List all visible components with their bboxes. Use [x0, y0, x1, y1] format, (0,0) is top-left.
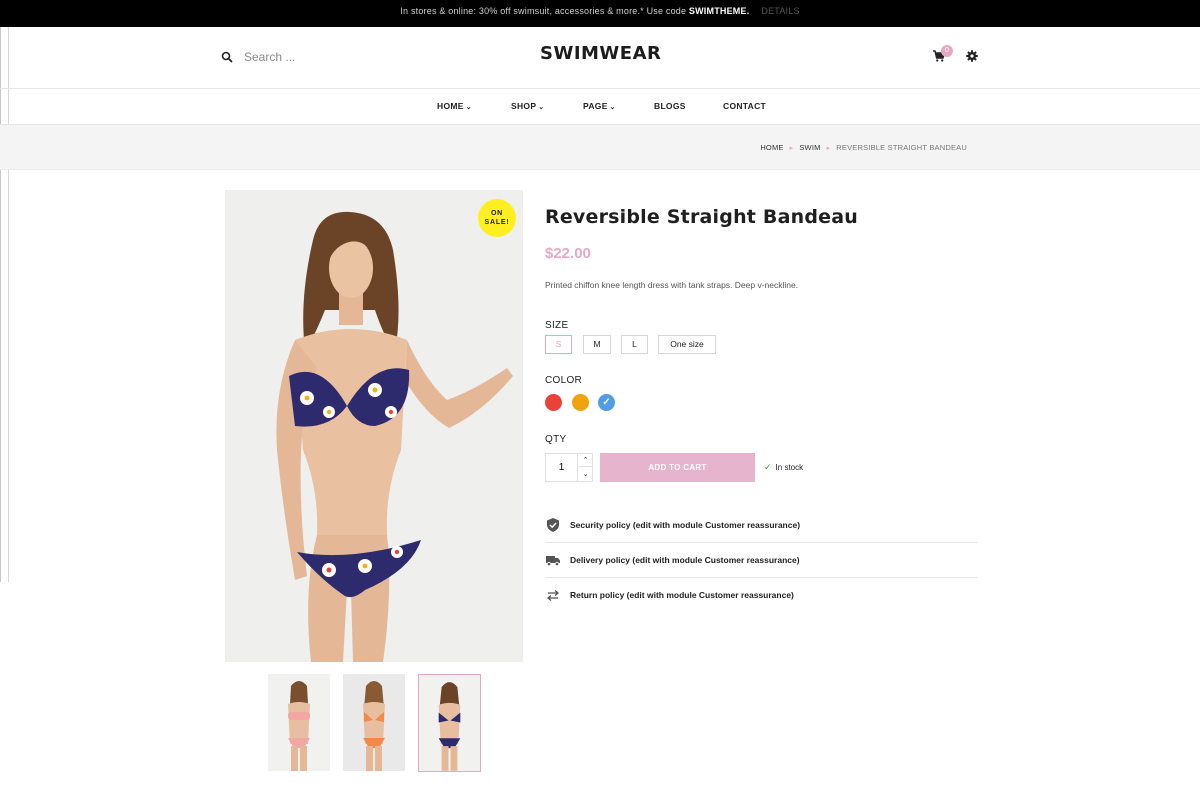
- breadcrumb-swim[interactable]: SWIM: [799, 143, 820, 152]
- promo-details-link[interactable]: DETAILS: [761, 6, 799, 16]
- product-thumbnail-orange[interactable]: [343, 674, 405, 771]
- breadcrumb-current: REVERSIBLE STRAIGHT BANDEAU: [836, 143, 967, 152]
- search-icon[interactable]: [221, 51, 233, 63]
- cart-count-badge: 0: [941, 45, 953, 57]
- on-sale-badge: ON SALE!: [478, 199, 516, 237]
- nav-item-blogs[interactable]: BLOGS: [654, 101, 686, 111]
- truck-icon: [546, 556, 560, 567]
- chevron-down-icon: ⌄: [465, 104, 472, 111]
- color-swatch-orange[interactable]: [572, 394, 589, 411]
- breadcrumb-separator-icon: ▸: [826, 145, 831, 152]
- product-price: $22.00: [545, 245, 591, 262]
- promo-bar: In stores & online: 30% off swimsuit, ac…: [0, 0, 1200, 27]
- chevron-down-icon: ⌄: [609, 104, 616, 111]
- nav-item-home[interactable]: HOME ⌄: [437, 101, 472, 111]
- qty-label: QTY: [545, 434, 567, 445]
- size-option-one-size[interactable]: One size: [658, 335, 716, 354]
- stock-status: ✓ In stock: [764, 462, 804, 472]
- size-label: SIZE: [545, 320, 569, 331]
- gear-icon[interactable]: [966, 50, 978, 62]
- breadcrumb-band: HOME ▸ SWIM ▸ REVERSIBLE STRAIGHT BANDEAU: [0, 125, 1200, 170]
- add-to-cart-button[interactable]: ADD TO CART: [600, 453, 755, 482]
- size-option-l[interactable]: L: [621, 335, 648, 354]
- size-option-m[interactable]: M: [583, 335, 611, 354]
- site-header: SWIMWEAR 0: [0, 27, 1200, 89]
- reassurance-text: Return policy (edit with module Customer…: [570, 590, 794, 600]
- product-title: Reversible Straight Bandeau: [545, 206, 858, 228]
- check-icon: ✓: [602, 397, 611, 408]
- color-swatch-red[interactable]: [545, 394, 562, 411]
- size-option-s[interactable]: S: [545, 335, 572, 354]
- shield-icon: [547, 518, 559, 532]
- chevron-down-icon: ⌄: [538, 104, 545, 111]
- main-nav: HOME ⌄ SHOP ⌄ PAGE ⌄ BLOGS CONTACT: [0, 89, 1200, 125]
- product-main-image[interactable]: [225, 190, 523, 662]
- reassurance-text: Delivery policy (edit with module Custom…: [570, 555, 800, 565]
- color-label: COLOR: [545, 375, 583, 386]
- color-swatch-blue-selected[interactable]: ✓: [598, 394, 615, 411]
- product-thumbnail-navy-selected[interactable]: [418, 674, 481, 772]
- check-icon: ✓: [764, 462, 772, 472]
- nav-item-page[interactable]: PAGE ⌄: [583, 101, 616, 111]
- promo-code: SWIMTHEME: [688, 6, 747, 16]
- chevron-up-icon[interactable]: ⌃: [579, 454, 592, 467]
- breadcrumb: HOME ▸ SWIM ▸ REVERSIBLE STRAIGHT BANDEAU: [760, 143, 967, 152]
- quantity-stepper: ⌃ ⌄: [545, 453, 593, 482]
- reassurance-return: Return policy (edit with module Customer…: [545, 578, 978, 613]
- quantity-input[interactable]: [546, 454, 578, 481]
- site-logo[interactable]: SWIMWEAR: [540, 43, 661, 64]
- reassurance-text: Security policy (edit with module Custom…: [570, 520, 801, 530]
- breadcrumb-separator-icon: ▸: [789, 145, 794, 152]
- search-input[interactable]: [244, 46, 404, 68]
- product-description: Printed chiffon knee length dress with t…: [545, 280, 799, 290]
- promo-text: In stores & online: 30% off swimsuit, ac…: [400, 6, 689, 16]
- chevron-down-icon[interactable]: ⌄: [579, 468, 592, 481]
- nav-item-contact[interactable]: CONTACT: [723, 101, 766, 111]
- reassurance-security: Security policy (edit with module Custom…: [545, 508, 978, 543]
- nav-item-shop[interactable]: SHOP ⌄: [511, 101, 544, 111]
- exchange-arrows-icon: [546, 590, 560, 601]
- breadcrumb-home[interactable]: HOME: [760, 143, 783, 152]
- reassurance-delivery: Delivery policy (edit with module Custom…: [545, 543, 978, 578]
- product-thumbnail-pink[interactable]: [268, 674, 330, 771]
